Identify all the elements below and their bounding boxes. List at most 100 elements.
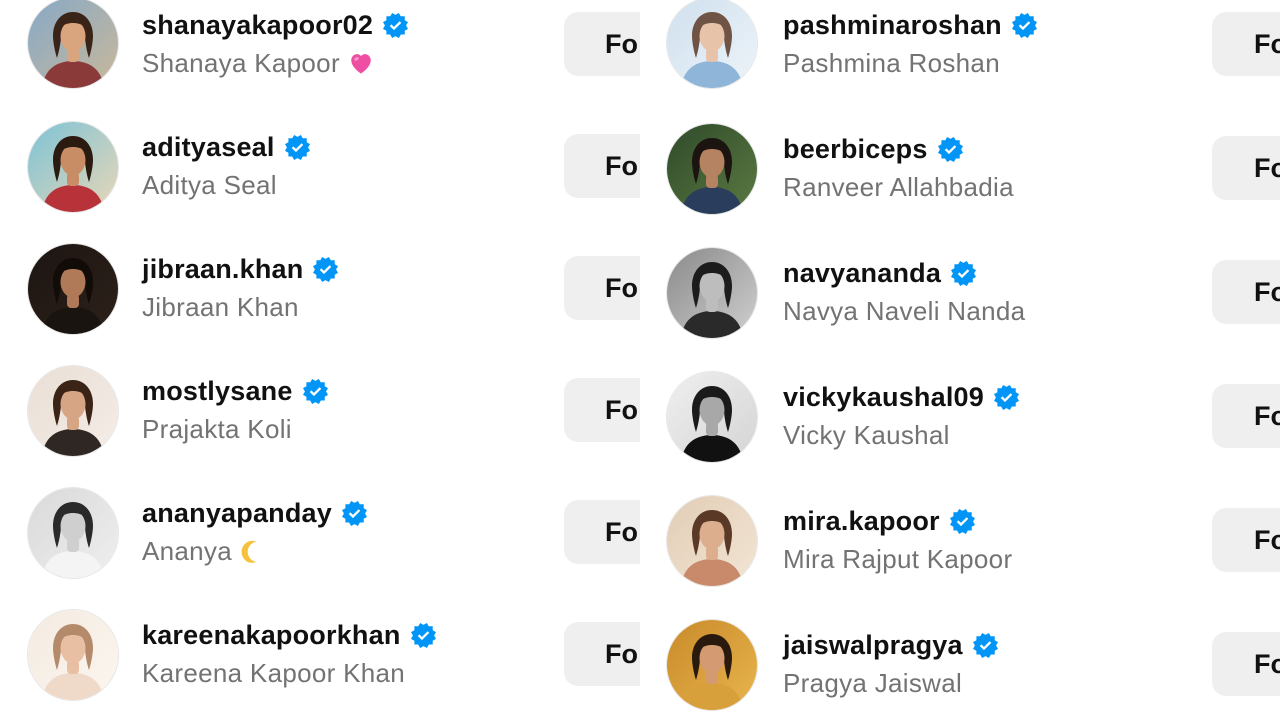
verified-badge-icon <box>284 134 310 160</box>
username-line: mira.kapoor <box>783 504 975 538</box>
verified-badge-icon <box>302 378 328 404</box>
full-name-line: Pragya Jaiswal <box>783 667 962 699</box>
verified-badge-icon <box>993 384 1019 410</box>
full-name-line: Shanaya Kapoor <box>142 47 374 79</box>
full-name: Pragya Jaiswal <box>783 667 963 698</box>
account-row[interactable]: mira.kapoor Mira Rajput Kapoor Fo <box>640 496 1280 618</box>
avatar[interactable] <box>667 0 757 88</box>
account-row[interactable]: jaiswalpragya Pragya Jaiswal Fo <box>640 620 1280 720</box>
username-line: adityaseal <box>142 130 310 164</box>
avatar[interactable] <box>28 366 118 456</box>
follow-button[interactable]: Fo <box>564 500 640 564</box>
full-name-line: Aditya Seal <box>142 169 277 201</box>
verified-badge-icon <box>951 260 977 286</box>
account-row[interactable]: jibraan.khan Jibraan Khan Fo <box>0 244 640 366</box>
follow-button[interactable]: Fo <box>564 134 640 198</box>
full-name: Prajakta Koli <box>142 413 292 444</box>
full-name: Ananya <box>142 535 232 566</box>
username-line: mostlysane <box>142 374 328 408</box>
account-row[interactable]: pashminaroshan Pashmina Roshan Fo <box>640 0 1280 122</box>
verified-badge-icon <box>313 256 339 282</box>
full-name: Navya Naveli Nanda <box>783 295 1026 326</box>
username-line: jaiswalpragya <box>783 628 998 662</box>
avatar[interactable] <box>667 620 757 710</box>
username-link[interactable]: jibraan.khan <box>142 254 303 285</box>
left-account-list: shanayakapoor02 Shanaya Kapoor Fo aditya… <box>0 0 640 720</box>
full-name: Pashmina Roshan <box>783 47 1000 78</box>
username-link[interactable]: kareenakapoorkhan <box>142 620 401 651</box>
verified-badge-icon <box>949 508 975 534</box>
account-row[interactable]: vickykaushal09 Vicky Kaushal Fo <box>640 372 1280 494</box>
username-link[interactable]: shanayakapoor02 <box>142 10 373 41</box>
full-name: Mira Rajput Kapoor <box>783 543 1013 574</box>
verified-badge-icon <box>383 12 409 38</box>
username-link[interactable]: vickykaushal09 <box>783 382 984 413</box>
avatar[interactable] <box>28 244 118 334</box>
follow-button[interactable]: Fo <box>1212 260 1280 324</box>
username-line: beerbiceps <box>783 132 963 166</box>
full-name-line: Ananya <box>142 535 266 567</box>
follow-button[interactable]: Fo <box>564 256 640 320</box>
account-row[interactable]: mostlysane Prajakta Koli Fo <box>0 366 640 488</box>
username-line: vickykaushal09 <box>783 380 1019 414</box>
username-link[interactable]: mostlysane <box>142 376 293 407</box>
username-link[interactable]: pashminaroshan <box>783 10 1002 41</box>
full-name: Vicky Kaushal <box>783 419 950 450</box>
username-line: navyananda <box>783 256 977 290</box>
follow-button[interactable]: Fo <box>1212 12 1280 76</box>
account-row[interactable]: shanayakapoor02 Shanaya Kapoor Fo <box>0 0 640 122</box>
username-link[interactable]: ananyapanday <box>142 498 332 529</box>
follow-button[interactable]: Fo <box>1212 384 1280 448</box>
avatar[interactable] <box>28 610 118 700</box>
follow-button[interactable]: Fo <box>564 622 640 686</box>
verified-badge-icon <box>410 622 436 648</box>
username-line: kareenakapoorkhan <box>142 618 436 652</box>
username-line: ananyapanday <box>142 496 367 530</box>
follow-button[interactable]: Fo <box>1212 508 1280 572</box>
username-link[interactable]: navyananda <box>783 258 941 289</box>
avatar[interactable] <box>667 496 757 586</box>
full-name-line: Vicky Kaushal <box>783 419 950 451</box>
full-name: Kareena Kapoor Khan <box>142 657 406 688</box>
follow-button[interactable]: Fo <box>564 12 640 76</box>
verified-badge-icon <box>341 500 367 526</box>
account-row[interactable]: kareenakapoorkhan Kareena Kapoor Khan Fo <box>0 610 640 720</box>
full-name: Aditya Seal <box>142 169 277 200</box>
username-link[interactable]: mira.kapoor <box>783 506 940 537</box>
full-name-line: Navya Naveli Nanda <box>783 295 1025 327</box>
account-row[interactable]: ananyapanday Ananya Fo <box>0 488 640 610</box>
full-name: Jibraan Khan <box>142 291 299 322</box>
avatar[interactable] <box>667 124 757 214</box>
verified-badge-icon <box>1011 12 1037 38</box>
verified-badge-icon <box>937 136 963 162</box>
account-row[interactable]: navyananda Navya Naveli Nanda Fo <box>640 248 1280 370</box>
username-line: shanayakapoor02 <box>142 8 409 42</box>
avatar[interactable] <box>667 372 757 462</box>
full-name-line: Jibraan Khan <box>142 291 299 323</box>
username-link[interactable]: jaiswalpragya <box>783 630 963 661</box>
avatar[interactable] <box>667 248 757 338</box>
avatar[interactable] <box>28 0 118 88</box>
username-link[interactable]: adityaseal <box>142 132 275 163</box>
verified-badge-icon <box>972 632 998 658</box>
follow-button[interactable]: Fo <box>1212 632 1280 696</box>
username-line: jibraan.khan <box>142 252 339 286</box>
avatar[interactable] <box>28 122 118 212</box>
full-name-line: Mira Rajput Kapoor <box>783 543 1012 575</box>
account-row[interactable]: beerbiceps Ranveer Allahbadia Fo <box>640 124 1280 246</box>
full-name-line: Kareena Kapoor Khan <box>142 657 405 689</box>
full-name-line: Pashmina Roshan <box>783 47 1000 79</box>
username-link[interactable]: beerbiceps <box>783 134 928 165</box>
full-name: Ranveer Allahbadia <box>783 171 1014 202</box>
crescent-moon-icon <box>240 538 266 564</box>
full-name: Shanaya Kapoor <box>142 47 340 78</box>
follow-button[interactable]: Fo <box>564 378 640 442</box>
full-name-line: Prajakta Koli <box>142 413 292 445</box>
suggested-accounts-page: shanayakapoor02 Shanaya Kapoor Fo aditya… <box>0 0 1280 720</box>
pink-heart-icon <box>348 50 374 76</box>
right-account-list: pashminaroshan Pashmina Roshan Fo beerbic… <box>640 0 1280 720</box>
account-row[interactable]: adityaseal Aditya Seal Fo <box>0 122 640 244</box>
username-line: pashminaroshan <box>783 8 1037 42</box>
avatar[interactable] <box>28 488 118 578</box>
follow-button[interactable]: Fo <box>1212 136 1280 200</box>
